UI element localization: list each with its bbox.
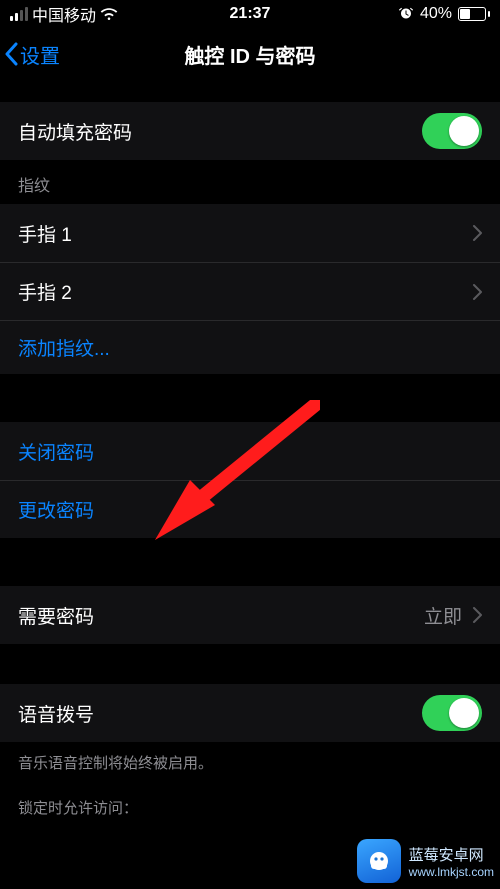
turn-off-label: 关闭密码 (18, 438, 482, 465)
watermark-icon (357, 839, 401, 883)
autofill-switch[interactable] (422, 113, 482, 149)
chevron-right-icon (472, 284, 482, 300)
row-require-passcode[interactable]: 需要密码 立即 (0, 586, 500, 644)
watermark-text: 蓝莓安卓网 www.lmkjst.com (409, 844, 494, 879)
row-finger-2[interactable]: 手指 2 (0, 262, 500, 320)
finger2-label: 手指 2 (18, 278, 472, 305)
chevron-right-icon (472, 225, 482, 241)
add-fingerprint-label: 添加指纹... (18, 334, 482, 361)
autofill-label: 自动填充密码 (18, 118, 422, 145)
page-title: 触控 ID 与密码 (0, 40, 500, 69)
screen: 中国移动 21:37 40% 设置 触控 ID 与密码 自动填充密码 (0, 0, 500, 889)
require-passcode-value: 立即 (424, 602, 462, 629)
row-turn-off-passcode[interactable]: 关闭密码 (0, 422, 500, 480)
row-change-passcode[interactable]: 更改密码 (0, 480, 500, 538)
voice-dial-switch[interactable] (422, 695, 482, 731)
status-time: 21:37 (0, 5, 500, 23)
nav-header: 设置 触控 ID 与密码 (0, 28, 500, 80)
require-passcode-label: 需要密码 (18, 602, 424, 629)
finger1-label: 手指 1 (18, 220, 472, 247)
battery-icon (458, 7, 490, 21)
status-bar: 中国移动 21:37 40% (0, 0, 500, 28)
chevron-right-icon (472, 607, 482, 623)
section-header-lock-access: 锁定时允许访问： (0, 773, 500, 818)
row-voice-dial[interactable]: 语音拨号 (0, 684, 500, 742)
change-passcode-label: 更改密码 (18, 496, 482, 523)
watermark-url: www.lmkjst.com (409, 865, 494, 879)
watermark-title: 蓝莓安卓网 (409, 847, 484, 864)
watermark: 蓝莓安卓网 www.lmkjst.com (357, 839, 494, 883)
section-header-fingerprints: 指纹 (0, 160, 500, 204)
row-finger-1[interactable]: 手指 1 (0, 204, 500, 262)
row-add-fingerprint[interactable]: 添加指纹... (0, 320, 500, 374)
voice-dial-note: 音乐语音控制将始终被启用。 (0, 742, 500, 773)
row-autofill-password[interactable]: 自动填充密码 (0, 102, 500, 160)
voice-dial-label: 语音拨号 (18, 700, 422, 727)
